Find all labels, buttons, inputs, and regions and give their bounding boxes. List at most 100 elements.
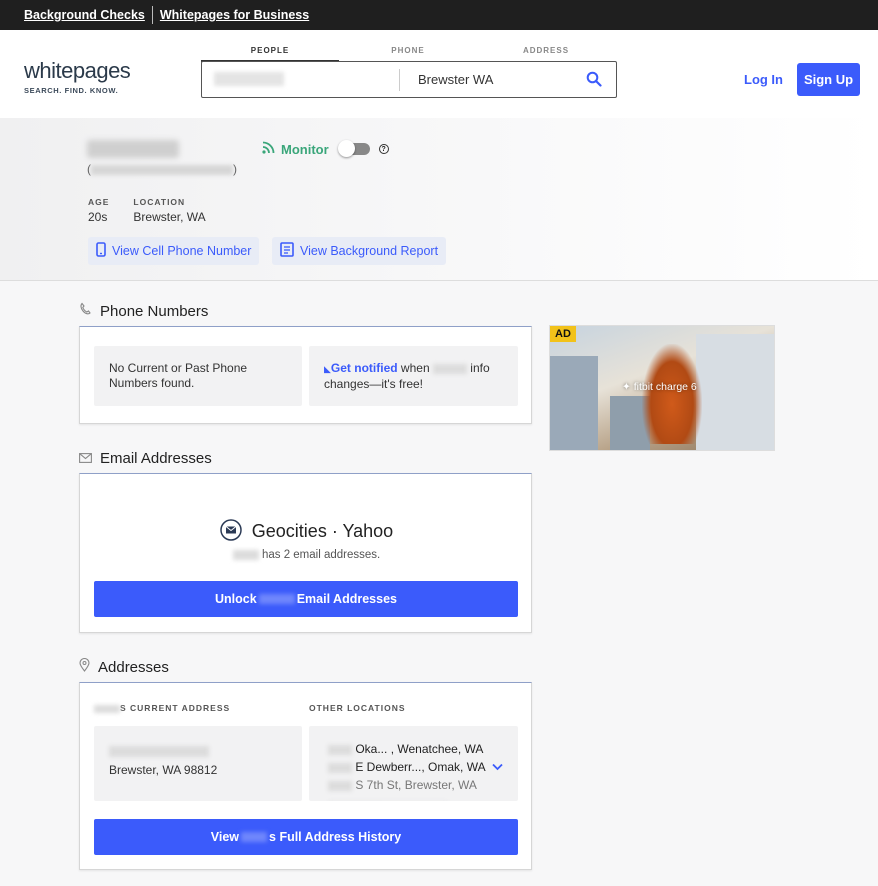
other-location-text: S 7th St, Brewster, WA <box>355 778 477 792</box>
location-fact: LOCATION Brewster, WA <box>133 197 205 224</box>
location-value: Brewster, WA <box>133 210 206 224</box>
other-location-text: Oka... , Wenatchee, WA <box>355 742 484 756</box>
tab-address[interactable]: ADDRESS <box>477 44 615 62</box>
mail-circle-icon <box>220 519 242 544</box>
ad-building <box>550 356 598 450</box>
list-item[interactable]: E Dewberr..., Omak, WA <box>328 758 486 776</box>
ad-brand: ✦ fitbit charge 6 <box>622 381 697 393</box>
logo-wordmark: whitepages <box>24 58 131 83</box>
email-addresses-card: Geocities · Yahoo has 2 email addresses.… <box>79 473 532 633</box>
age-fact: AGE 20s <box>88 197 109 224</box>
report-icon <box>280 242 300 260</box>
view-background-report-button[interactable]: View Background Report <box>272 237 447 265</box>
current-address-box: Brewster, WA 98812 <box>94 726 302 801</box>
unlock-email-button[interactable]: Unlock Email Addresses <box>94 581 518 617</box>
list-item[interactable]: Oka... , Wenatchee, WA <box>328 740 486 758</box>
other-locations-list: Oka... , Wenatchee, WA E Dewberr..., Oma… <box>328 740 486 801</box>
current-address-city: Brewster, WA 98812 <box>109 763 218 777</box>
blurred-name <box>258 594 295 604</box>
blurred-name <box>432 363 467 374</box>
whitepages-business-link[interactable]: Whitepages for Business <box>160 8 309 22</box>
rss-icon <box>262 141 275 157</box>
advertisement[interactable]: ✦ fitbit charge 6 AD <box>549 325 775 451</box>
site-header: whitepages SEARCH. FIND. KNOW. PEOPLE PH… <box>0 30 878 118</box>
chevron-down-icon[interactable] <box>492 759 503 774</box>
no-phone-notice: No Current or Past Phone Numbers found. <box>94 346 302 406</box>
person-aliases: () <box>87 162 237 176</box>
email-count-text: has 2 email addresses. <box>258 549 381 561</box>
email-providers: Geocities · Yahoo <box>80 519 533 544</box>
full-address-history-button[interactable]: View s Full Address History <box>94 819 518 855</box>
signup-button[interactable]: Sign Up <box>797 63 860 96</box>
person-facts: AGE 20s LOCATION Brewster, WA <box>88 197 230 224</box>
monitor-control: Monitor ? <box>262 140 389 157</box>
email-providers-text: Geocities · Yahoo <box>251 521 394 541</box>
ad-badge: AD <box>550 326 576 342</box>
blurred-name <box>94 704 120 713</box>
ad-runner-image <box>642 344 702 444</box>
help-icon[interactable]: ? <box>378 144 389 154</box>
alias-close: ) <box>233 162 237 176</box>
unlock-pre: Unlock <box>215 592 257 606</box>
notify-when-text: when <box>397 361 433 375</box>
phone-numbers-heading: Phone Numbers <box>79 302 208 320</box>
current-address-label: S CURRENT ADDRESS <box>120 703 231 713</box>
current-address-heading: S CURRENT ADDRESS <box>94 703 230 713</box>
person-name <box>87 140 179 158</box>
blurred-street <box>109 746 209 757</box>
ad-building <box>696 334 774 450</box>
logo-tagline: SEARCH. FIND. KNOW. <box>24 86 119 95</box>
view-cell-phone-label: View Cell Phone Number <box>112 244 252 258</box>
search-divider <box>399 69 400 91</box>
monitor-label: Monitor <box>281 141 329 157</box>
top-bar: Background Checks Whitepages for Busines… <box>0 0 878 30</box>
email-count: has 2 email addresses. <box>80 549 533 561</box>
email-addresses-heading: Email Addresses <box>79 450 212 467</box>
envelope-icon <box>79 450 100 467</box>
name-input[interactable] <box>214 72 284 86</box>
view-cell-phone-button[interactable]: View Cell Phone Number <box>88 237 260 265</box>
history-pre: View <box>210 830 240 844</box>
tab-phone[interactable]: PHONE <box>339 44 477 62</box>
search-icon[interactable] <box>586 71 602 90</box>
tab-people[interactable]: PEOPLE <box>201 44 339 62</box>
view-background-report-label: View Background Report <box>300 244 439 258</box>
notify-rss-icon: ◣ <box>324 364 331 374</box>
search-box: Brewster WA <box>201 61 617 98</box>
location-input[interactable]: Brewster WA <box>418 72 493 87</box>
background-checks-link[interactable]: Background Checks <box>24 8 145 22</box>
blurred-number <box>328 744 352 755</box>
search-tabs: PEOPLE PHONE ADDRESS <box>201 44 617 62</box>
addresses-card: S CURRENT ADDRESS OTHER LOCATIONS Brewst… <box>79 682 532 870</box>
phone-numbers-card: No Current or Past Phone Numbers found. … <box>79 326 532 424</box>
addresses-title: Addresses <box>98 658 169 676</box>
unlock-post: Email Addresses <box>296 592 397 606</box>
blurred-number <box>328 780 352 791</box>
toggle-knob <box>337 140 355 157</box>
get-notified-box: ◣Get notified when info changes—it's fre… <box>309 346 518 406</box>
phone-book-icon <box>79 302 100 320</box>
other-locations-label: OTHER LOCATIONS <box>309 703 406 713</box>
list-item[interactable]: S 7th St, Brewster, WA <box>328 776 486 794</box>
other-locations-box: Oka... , Wenatchee, WA E Dewberr..., Oma… <box>309 726 518 801</box>
phone-numbers-title: Phone Numbers <box>100 302 209 320</box>
location-label: LOCATION <box>133 197 186 207</box>
profile-summary: () Monitor ? AGE 20s LOCATION Brewster, … <box>0 118 878 281</box>
email-addresses-title: Email Addresses <box>100 450 212 467</box>
location-pin-icon <box>79 657 98 676</box>
divider <box>151 6 153 24</box>
list-item <box>328 794 486 801</box>
age-label: AGE <box>88 197 110 207</box>
whitepages-logo[interactable]: whitepages SEARCH. FIND. KNOW. <box>24 58 131 95</box>
history-post: s Full Address History <box>269 830 402 844</box>
login-link[interactable]: Log In <box>744 72 783 87</box>
blurred-number <box>328 762 352 773</box>
blurred-name <box>241 832 268 842</box>
monitor-toggle[interactable] <box>337 140 370 157</box>
blurred-name <box>232 549 259 560</box>
alias-names <box>91 164 233 175</box>
addresses-heading: Addresses <box>79 657 169 676</box>
other-location-text: E Dewberr..., Omak, WA <box>355 760 486 774</box>
get-notified-link[interactable]: Get notified <box>331 361 398 375</box>
phone-icon <box>96 242 112 260</box>
